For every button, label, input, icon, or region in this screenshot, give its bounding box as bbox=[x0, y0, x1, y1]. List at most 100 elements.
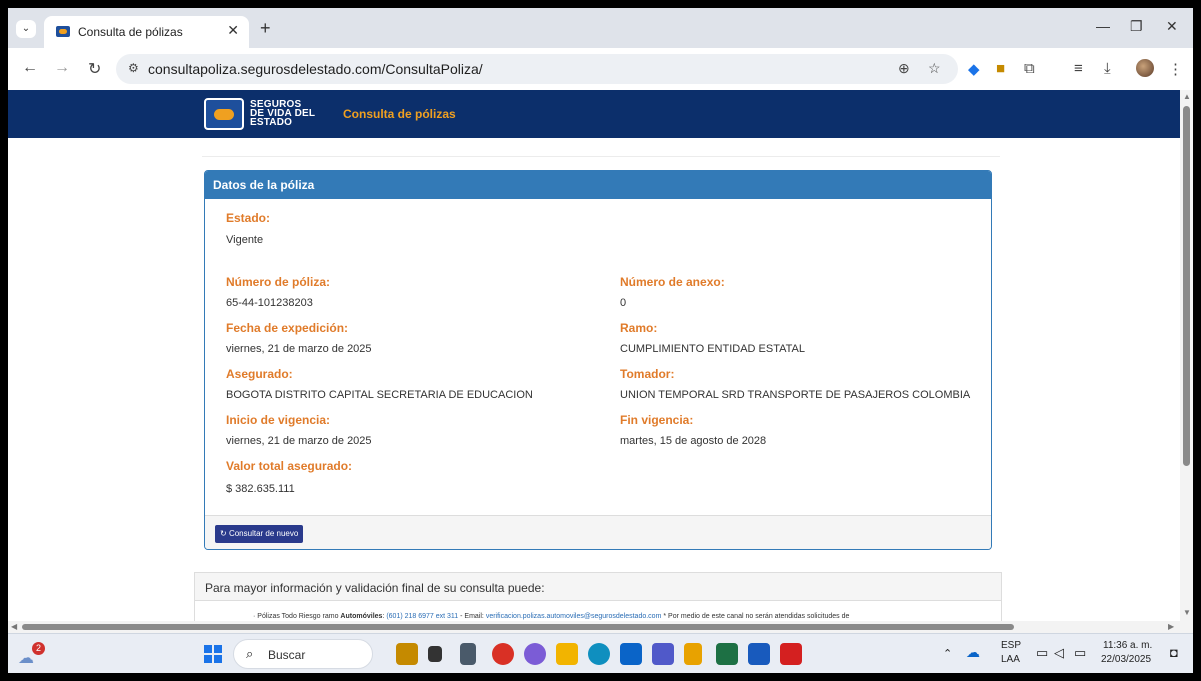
asegurado-value: BOGOTA DISTRITO CAPITAL SECRETARIA DE ED… bbox=[226, 389, 533, 401]
panel-footer: ↻ Consultar de nuevo bbox=[205, 515, 991, 549]
teams-icon[interactable] bbox=[652, 643, 674, 665]
clock-time[interactable]: 11:36 a. m. bbox=[1103, 640, 1152, 651]
volume-icon[interactable]: ◁ bbox=[1054, 645, 1064, 661]
site-header: SEGUROS DE VIDA DEL ESTADO Consulta de p… bbox=[8, 90, 1180, 138]
inicio-vigencia-value: viernes, 21 de marzo de 2025 bbox=[226, 435, 372, 447]
logo-text: SEGUROS DE VIDA DEL ESTADO bbox=[250, 100, 315, 128]
task-view-icon[interactable] bbox=[428, 646, 442, 662]
info-heading: Para mayor información y validación fina… bbox=[195, 573, 1001, 601]
profile-avatar[interactable] bbox=[1136, 59, 1154, 77]
nav-link-consulta[interactable]: Consulta de pólizas bbox=[343, 107, 456, 121]
browser-menu-icon[interactable]: ⋮ bbox=[1168, 60, 1183, 78]
extension-color-icon[interactable]: ■ bbox=[996, 60, 1005, 77]
screen: ⌄ Consulta de pólizas ✕ + — ❐ ✕ ← → ↻ ⚙ … bbox=[8, 8, 1193, 673]
snipping-tool-icon[interactable] bbox=[684, 643, 702, 665]
battery-icon[interactable]: ▭ bbox=[1074, 645, 1086, 661]
consultar-de-nuevo-button[interactable]: ↻ Consultar de nuevo bbox=[215, 525, 304, 543]
excel-icon[interactable] bbox=[716, 643, 738, 665]
info-line-prefix: · Pólizas Todo Riesgo ramo bbox=[253, 613, 341, 620]
info-phone-link[interactable]: (601) 218 6977 ext 311 bbox=[386, 613, 458, 620]
fecha-expedicion-value: viernes, 21 de marzo de 2025 bbox=[226, 343, 372, 355]
scroll-left-icon[interactable]: ◀ bbox=[11, 622, 17, 631]
numero-anexo-value: 0 bbox=[620, 297, 627, 309]
panel-title: Datos de la póliza bbox=[205, 171, 991, 199]
forward-icon[interactable]: → bbox=[54, 59, 70, 77]
window-close-icon[interactable]: ✕ bbox=[1166, 18, 1178, 35]
file-explorer-icon[interactable] bbox=[556, 643, 578, 665]
word-icon[interactable] bbox=[748, 643, 770, 665]
consultar-de-nuevo-label: Consultar de nuevo bbox=[228, 529, 299, 538]
tomador-value: UNION TEMPORAL SRD TRANSPORTE DE PASAJER… bbox=[620, 389, 971, 401]
logo-line-3: ESTADO bbox=[250, 117, 293, 128]
outlook-icon[interactable] bbox=[620, 643, 642, 665]
new-tab-icon[interactable]: + bbox=[260, 18, 271, 39]
numero-poliza-value: 65-44-101238203 bbox=[226, 297, 313, 309]
reading-list-icon[interactable]: ≡ bbox=[1074, 60, 1083, 77]
scroll-down-icon[interactable]: ▼ bbox=[1183, 608, 1191, 617]
onedrive-icon[interactable]: ☁ bbox=[966, 644, 980, 661]
horizontal-scrollbar[interactable]: ◀ ▶ bbox=[8, 621, 1180, 633]
estado-value: Vigente bbox=[226, 234, 264, 246]
language-bottom[interactable]: LAA bbox=[1001, 654, 1020, 665]
vertical-scroll-thumb[interactable] bbox=[1183, 106, 1190, 466]
site-info-icon[interactable]: ⚙ bbox=[128, 61, 139, 75]
address-bar[interactable]: ⚙ consultapoliza.segurosdelestado.com/Co… bbox=[116, 54, 958, 84]
language-top[interactable]: ESP bbox=[1001, 640, 1021, 651]
files-app-icon[interactable] bbox=[396, 643, 418, 665]
info-email-link[interactable]: verificacion.polizas.automoviles@seguros… bbox=[486, 613, 662, 620]
estado-label: Estado: bbox=[226, 211, 271, 225]
taskbar-search[interactable]: ⌕ Buscar bbox=[233, 639, 373, 669]
tab-search-menu-icon[interactable]: ⌄ bbox=[16, 20, 36, 38]
start-button[interactable] bbox=[204, 645, 222, 663]
restore-icon[interactable]: ❐ bbox=[1130, 18, 1143, 35]
minimize-icon[interactable]: — bbox=[1096, 18, 1110, 34]
calculator-icon[interactable] bbox=[460, 643, 476, 665]
tray-overflow-icon[interactable]: ⌃ bbox=[943, 647, 952, 660]
chrome-icon[interactable] bbox=[492, 643, 514, 665]
inicio-vigencia-label: Inicio de vigencia: bbox=[226, 413, 331, 427]
company-logo[interactable] bbox=[204, 98, 244, 130]
download-icon[interactable]: ⤓ bbox=[1104, 60, 1111, 77]
ramo-value: CUMPLIMIENTO ENTIDAD ESTATAL bbox=[620, 343, 805, 355]
ramo-label: Ramo: bbox=[620, 321, 658, 335]
bookmark-star-icon[interactable]: ☆ bbox=[928, 60, 941, 77]
network-icon[interactable]: ▭ bbox=[1036, 645, 1048, 661]
url-text: consultapoliza.segurosdelestado.com/Cons… bbox=[148, 61, 483, 77]
zoom-icon[interactable]: ⊕ bbox=[898, 60, 910, 77]
edge-icon[interactable] bbox=[588, 643, 610, 665]
numero-poliza-label: Número de póliza: bbox=[226, 275, 331, 289]
valor-asegurado-value: $ 382.635.111 bbox=[226, 483, 295, 495]
extension-diamond-icon[interactable]: ◆ bbox=[968, 60, 980, 78]
page-viewport: SEGUROS DE VIDA DEL ESTADO Consulta de p… bbox=[8, 90, 1193, 633]
browser-toolbar: ← → ↻ ⚙ consultapoliza.segurosdelestado.… bbox=[8, 48, 1193, 90]
valor-asegurado-label: Valor total asegurado: bbox=[226, 459, 353, 473]
weather-widget[interactable]: ☁ 2 bbox=[18, 642, 45, 667]
fin-vigencia-label: Fin vigencia: bbox=[620, 413, 694, 427]
refresh-icon: ↻ bbox=[220, 529, 227, 538]
scroll-up-icon[interactable]: ▲ bbox=[1183, 92, 1191, 101]
tomador-label: Tomador: bbox=[620, 367, 675, 381]
copilot-icon[interactable] bbox=[524, 643, 546, 665]
tab-title: Consulta de pólizas bbox=[78, 25, 183, 39]
fecha-expedicion-label: Fecha de expedición: bbox=[226, 321, 349, 335]
site-favicon-icon bbox=[56, 26, 70, 37]
info-line-bold: Automóviles bbox=[340, 613, 383, 620]
reload-icon[interactable]: ↻ bbox=[88, 59, 101, 79]
clock-date[interactable]: 22/03/2025 bbox=[1101, 654, 1151, 665]
vertical-scrollbar[interactable]: ▲ ▼ bbox=[1180, 90, 1193, 633]
browser-tab-active[interactable]: Consulta de pólizas ✕ bbox=[44, 16, 249, 48]
info-email-label: - Email: bbox=[458, 613, 486, 620]
policy-panel: Datos de la póliza Estado: Vigente Númer… bbox=[204, 170, 992, 550]
back-icon[interactable]: ← bbox=[22, 59, 38, 77]
scroll-right-icon[interactable]: ▶ bbox=[1168, 622, 1174, 631]
tab-close-icon[interactable]: ✕ bbox=[227, 22, 239, 39]
extensions-puzzle-icon[interactable]: ⧉ bbox=[1024, 60, 1035, 77]
divider bbox=[202, 156, 1000, 157]
numero-anexo-label: Número de anexo: bbox=[620, 275, 725, 289]
horizontal-scroll-thumb[interactable] bbox=[22, 624, 1014, 630]
search-placeholder: Buscar bbox=[268, 648, 306, 662]
acrobat-icon[interactable] bbox=[780, 643, 802, 665]
notifications-icon[interactable]: ◘ bbox=[1170, 645, 1178, 660]
fin-vigencia-value: martes, 15 de agosto de 2028 bbox=[620, 435, 767, 447]
asegurado-label: Asegurado: bbox=[226, 367, 293, 381]
